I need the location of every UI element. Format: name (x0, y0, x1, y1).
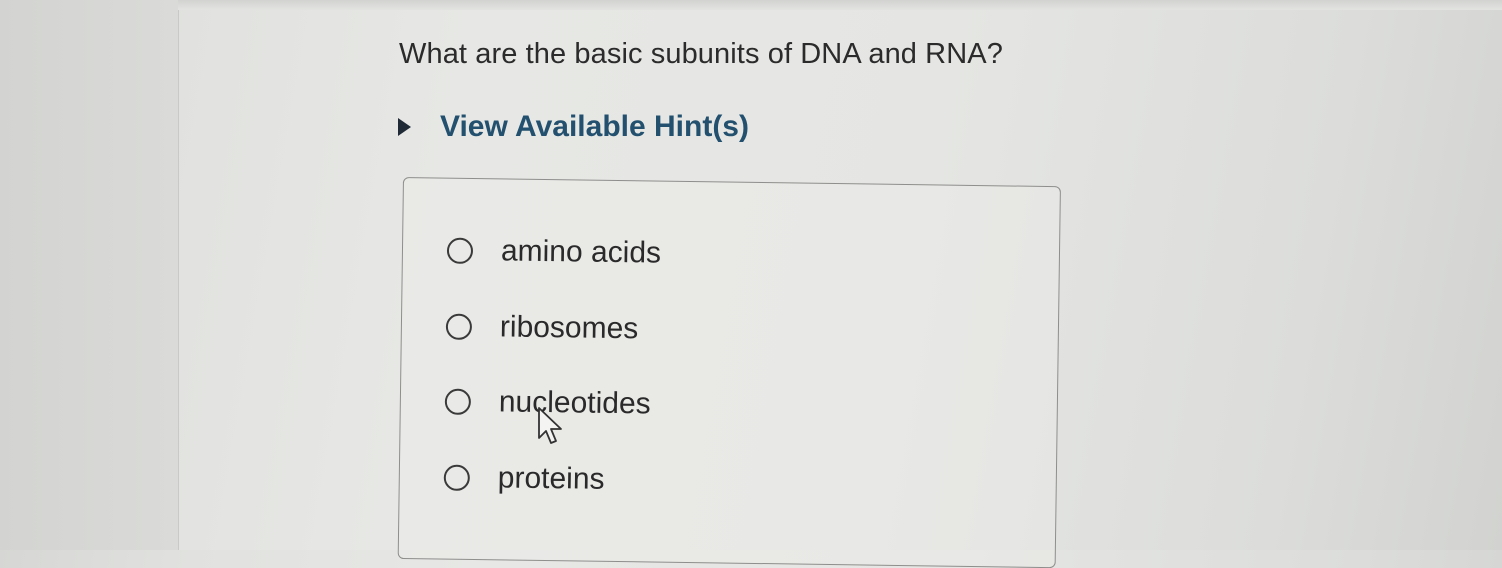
option-label: ribosomes (499, 310, 639, 346)
left-panel (0, 0, 179, 550)
radio-button[interactable] (446, 237, 474, 264)
radio-button[interactable] (445, 313, 473, 340)
radio-button[interactable] (444, 388, 472, 415)
option-label: amino acids (500, 234, 662, 270)
view-hints-label: View Available Hint(s) (440, 110, 749, 143)
option-label: nucleotides (498, 385, 651, 421)
option-label: proteins (497, 461, 605, 496)
view-hints-toggle[interactable]: View Available Hint(s) (398, 110, 749, 144)
option-amino-acids[interactable]: amino acids (446, 234, 662, 271)
triangle-right-icon (398, 118, 411, 136)
option-ribosomes[interactable]: ribosomes (445, 310, 639, 347)
question-text: What are the basic subunits of DNA and R… (399, 38, 1003, 70)
answer-options-box: amino acids ribosomes nucleotides protei… (397, 177, 1061, 568)
top-strip (178, 0, 1502, 10)
option-proteins[interactable]: proteins (443, 461, 605, 497)
mouse-pointer-icon (538, 407, 562, 444)
radio-button[interactable] (443, 464, 470, 491)
